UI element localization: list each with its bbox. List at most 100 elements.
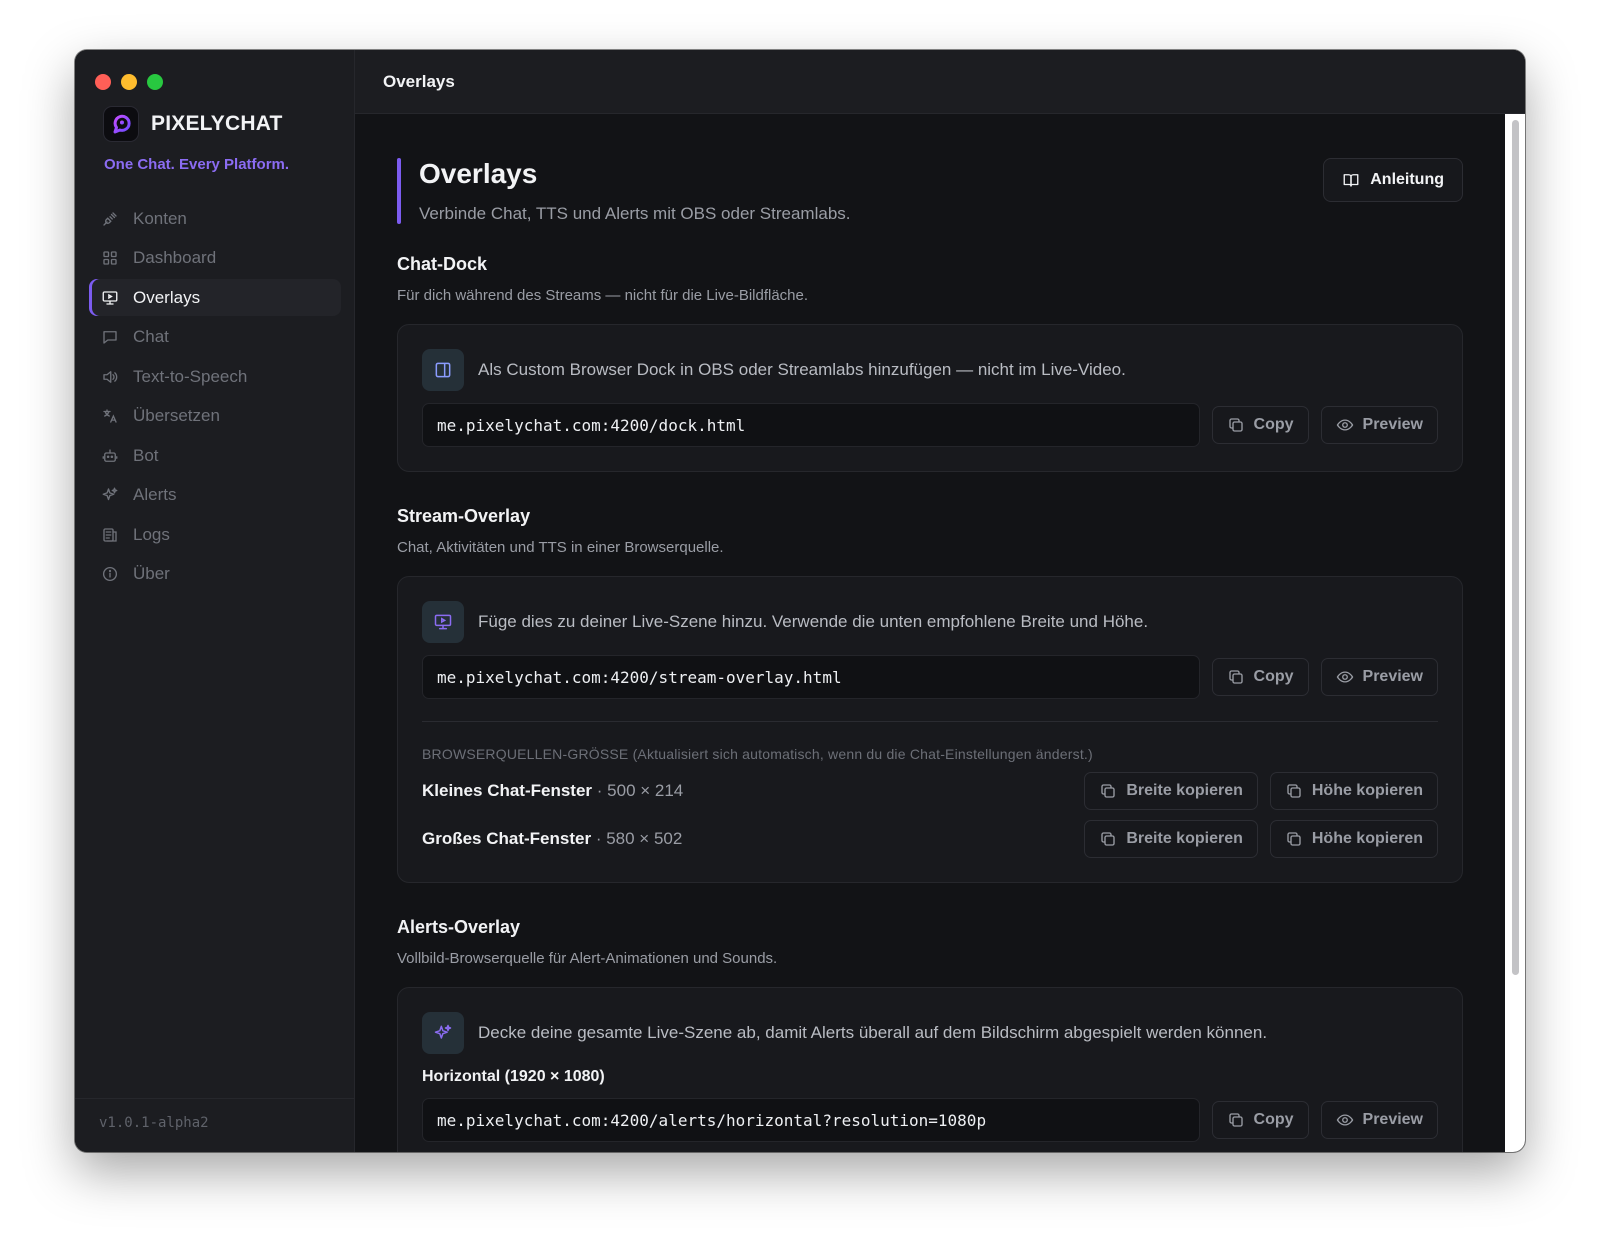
copy-icon <box>1228 418 1243 432</box>
size-label: Kleines Chat-Fenster <box>422 781 593 800</box>
sidebar-item-label: Overlays <box>133 287 201 307</box>
section-title: Chat-Dock <box>397 254 488 274</box>
window-title: Overlays <box>355 50 1525 114</box>
scrollbar[interactable] <box>1505 114 1525 1152</box>
pixelychat-logo-icon <box>103 106 139 142</box>
size-caption: BROWSERQUELLEN-GRÖSSE (Aktualisiert sich… <box>422 746 1438 762</box>
info-icon <box>102 566 118 582</box>
preview-button[interactable]: Preview <box>1320 658 1438 696</box>
sidebar-item-label: Bot <box>133 445 159 465</box>
page-subtitle: Verbinde Chat, TTS und Alerts mit OBS od… <box>419 204 851 223</box>
copy-width-button[interactable]: Breite kopieren <box>1084 820 1258 858</box>
plug-icon <box>103 211 117 226</box>
copy-button-label: Copy <box>1253 1111 1294 1128</box>
preview-button[interactable]: Preview <box>1320 406 1438 444</box>
sidebar: PIXELYCHAT One Chat. Every Platform. Kon… <box>75 50 355 1152</box>
app-version: v1.0.1-alpha2 <box>75 1098 354 1152</box>
copy-width-label: Breite kopieren <box>1126 830 1243 847</box>
copy-height-button[interactable]: Höhe kopieren <box>1269 820 1438 858</box>
copy-width-label: Breite kopieren <box>1126 782 1243 799</box>
copy-icon <box>1228 670 1243 684</box>
page-title: Overlays <box>419 158 538 189</box>
monitor-play-icon <box>102 290 118 305</box>
size-label: Großes Chat-Fenster <box>422 829 592 848</box>
alerts-overlay-url-field[interactable]: me.pixelychat.com:4200/alerts/horizontal… <box>422 1098 1200 1142</box>
main-panel: Overlays Overlays Verbinde Chat, TTS und… <box>355 50 1525 1152</box>
sidebar-item-label: Alerts <box>133 485 177 504</box>
window-controls <box>95 74 163 90</box>
copy-button[interactable]: Copy <box>1211 406 1309 444</box>
guide-button-label: Anleitung <box>1370 171 1444 188</box>
chat-bubble-icon <box>103 331 117 344</box>
bot-icon <box>102 448 118 462</box>
section-subtitle: Für dich während des Streams — nicht für… <box>397 287 809 304</box>
alerts-overlay-section: Alerts-Overlay Vollbild-Browserquelle fü… <box>397 917 1463 1152</box>
sidebar-item-dashboard[interactable]: Dashboard <box>89 240 341 277</box>
size-row-small: Kleines Chat-Fenster · 500 × 214 Breite … <box>422 772 1438 810</box>
sidebar-item-uebersetzen[interactable]: Übersetzen <box>89 398 341 435</box>
preview-button-label: Preview <box>1362 416 1423 433</box>
copy-icon <box>1101 832 1116 846</box>
sidebar-item-label: Chat <box>133 327 169 346</box>
section-subtitle: Chat, Aktivitäten und TTS in einer Brows… <box>397 539 724 556</box>
grid-icon <box>103 251 117 265</box>
size-caption-note: (Aktualisiert sich automatisch, wenn du … <box>632 746 1093 762</box>
copy-button[interactable]: Copy <box>1211 658 1309 696</box>
sidebar-item-label: Text-to-Speech <box>133 366 248 386</box>
maximize-window-button[interactable] <box>147 74 163 90</box>
copy-button[interactable]: Copy <box>1211 1101 1309 1139</box>
sidebar-item-alerts[interactable]: Alerts <box>89 477 341 514</box>
chat-dock-url-field[interactable]: me.pixelychat.com:4200/dock.html <box>422 403 1200 447</box>
minimize-window-button[interactable] <box>121 74 137 90</box>
stream-overlay-section: Stream-Overlay Chat, Aktivitäten und TTS… <box>397 506 1463 883</box>
book-open-icon <box>1343 174 1359 187</box>
sidebar-item-chat[interactable]: Chat <box>89 319 341 356</box>
sidebar-item-overlays[interactable]: Overlays <box>89 279 341 316</box>
sidebar-item-label: Über <box>133 564 170 583</box>
tagline: One Chat. Every Platform. <box>104 156 290 173</box>
logs-icon <box>103 527 117 542</box>
size-dimensions: 500 × 214 <box>607 781 684 800</box>
copy-icon <box>1287 784 1301 798</box>
chat-dock-section: Chat-Dock Für dich während des Streams —… <box>397 254 1463 472</box>
brand: PIXELYCHAT <box>103 106 283 142</box>
chat-dock-card: Als Custom Browser Dock in OBS oder Stre… <box>397 324 1463 472</box>
sidebar-item-logs[interactable]: Logs <box>89 516 341 553</box>
translate-icon <box>103 409 117 423</box>
stream-overlay-card: Füge dies zu deiner Live-Szene hinzu. Ve… <box>397 576 1463 883</box>
page-content: Overlays Verbinde Chat, TTS und Alerts m… <box>355 114 1505 1152</box>
sidebar-item-label: Dashboard <box>133 248 217 267</box>
size-separator: · <box>591 829 607 848</box>
monitor-play-icon <box>422 601 464 643</box>
scrollbar-thumb[interactable] <box>1512 120 1519 975</box>
copy-height-button[interactable]: Höhe kopieren <box>1269 772 1438 810</box>
sidebar-nav: Konten Dashboard Overlays Chat Text-to-S… <box>89 200 341 595</box>
card-info-text: Decke deine gesamte Live-Szene ab, damit… <box>478 1023 1268 1042</box>
alerts-overlay-card: Decke deine gesamte Live-Szene ab, damit… <box>397 987 1463 1152</box>
preview-button[interactable]: Preview <box>1320 1101 1438 1139</box>
stream-overlay-url-field[interactable]: me.pixelychat.com:4200/stream-overlay.ht… <box>422 655 1200 699</box>
sparkles-icon <box>422 1012 464 1054</box>
section-title: Stream-Overlay <box>397 506 531 526</box>
size-row-large: Großes Chat-Fenster · 580 × 502 Breite k… <box>422 820 1438 858</box>
size-dimensions: 580 × 502 <box>606 829 683 848</box>
preview-button-label: Preview <box>1362 668 1423 685</box>
sidebar-item-bot[interactable]: Bot <box>89 437 341 474</box>
copy-icon <box>1101 784 1116 798</box>
sidebar-item-konten[interactable]: Konten <box>89 200 341 237</box>
card-info-text: Als Custom Browser Dock in OBS oder Stre… <box>478 360 1126 379</box>
eye-icon <box>1336 671 1353 683</box>
panel-icon <box>422 349 464 391</box>
copy-width-button[interactable]: Breite kopieren <box>1084 772 1258 810</box>
eye-icon <box>1336 1114 1353 1126</box>
speaker-icon <box>103 370 118 383</box>
card-info-text: Füge dies zu deiner Live-Szene hinzu. Ve… <box>478 612 1149 631</box>
close-window-button[interactable] <box>95 74 111 90</box>
size-separator: · <box>592 781 608 800</box>
sidebar-item-text-to-speech[interactable]: Text-to-Speech <box>89 358 341 395</box>
sidebar-item-ueber[interactable]: Über <box>89 556 341 593</box>
page-header: Overlays Verbinde Chat, TTS und Alerts m… <box>397 158 1463 224</box>
sidebar-item-label: Übersetzen <box>133 406 220 425</box>
sparkles-icon <box>102 487 118 501</box>
guide-button[interactable]: Anleitung <box>1323 158 1463 202</box>
